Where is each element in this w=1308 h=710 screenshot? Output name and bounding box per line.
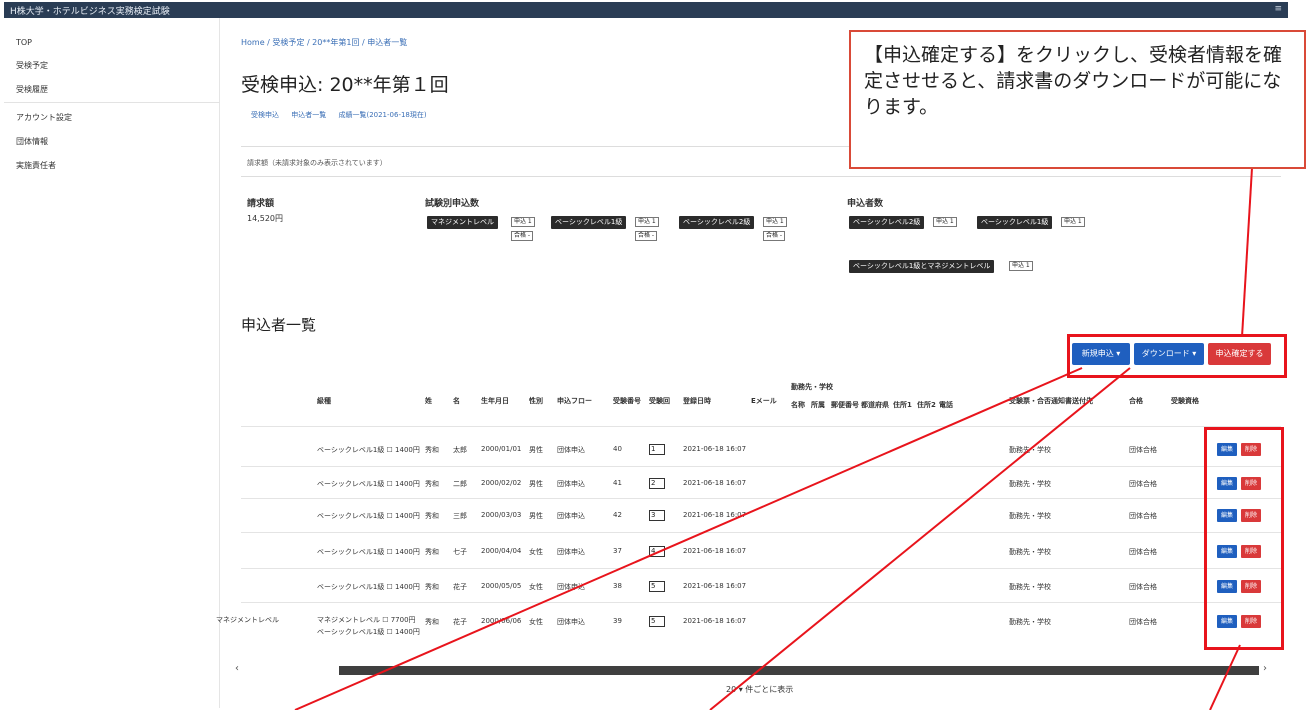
- highlight-row-buttons: [1204, 427, 1284, 650]
- leader-line: [1209, 644, 1241, 710]
- instruction-callout: 【申込確定する】をクリックし、受検者情報を確定させせると、請求書のダウンロードが…: [849, 30, 1306, 169]
- leader-line: [709, 367, 1131, 710]
- callout-text: 【申込確定する】をクリックし、受検者情報を確定させせると、請求書のダウンロードが…: [864, 44, 1283, 118]
- leader-line: [294, 367, 1083, 710]
- highlight-action-buttons: [1067, 334, 1287, 378]
- leader-line: [1241, 167, 1253, 338]
